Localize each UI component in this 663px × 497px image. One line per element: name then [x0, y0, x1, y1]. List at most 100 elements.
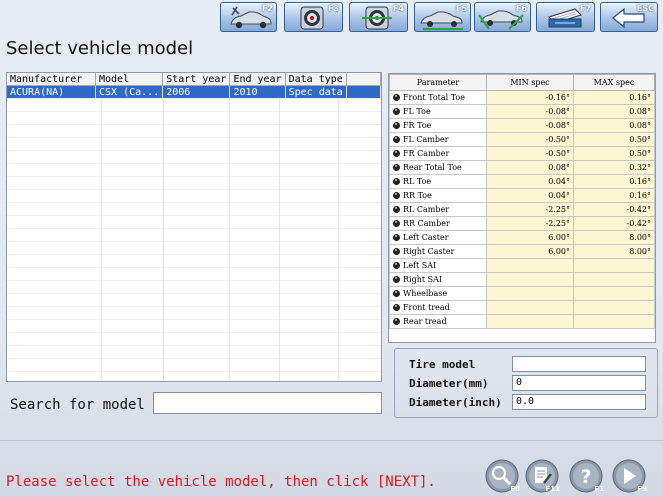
tire-model-input[interactable]	[512, 356, 646, 372]
table-row[interactable]: ACURA(NA) CSX (Ca... 2006 2010 Spec data	[7, 85, 381, 99]
bullet-icon	[393, 192, 400, 199]
edit-document-button[interactable]: F11	[524, 458, 560, 494]
spec-parameter: FL Camber	[389, 132, 487, 147]
page-title: Select vehicle model	[6, 38, 194, 59]
f9-key-label: F9	[637, 485, 647, 493]
spec-parameter-label: FL Camber	[403, 135, 449, 144]
bullet-icon	[393, 276, 400, 283]
f3-key-label: F3	[327, 4, 339, 13]
car-measure-button[interactable]: F5	[414, 2, 471, 32]
status-divider	[0, 440, 663, 441]
f11-key-label: F11	[545, 485, 560, 493]
back-button[interactable]: ESC	[600, 2, 658, 32]
spec-min	[486, 286, 574, 301]
spec-parameter-label: Right SAI	[403, 275, 443, 284]
car-alignment-button[interactable]: F6	[474, 2, 531, 32]
column-header-model[interactable]: Model	[95, 73, 164, 86]
bullet-icon	[393, 108, 400, 115]
spec-table: Parameter MIN spec MAX spec Front Total …	[388, 73, 656, 343]
spec-min	[486, 272, 574, 287]
diameter-inch-label: Diameter(inch)	[409, 396, 502, 409]
spec-max: 0.32°	[573, 160, 655, 175]
diameter-mm-label: Diameter(mm)	[409, 377, 489, 390]
diameter-mm-input[interactable]: 0	[512, 375, 646, 391]
status-message: Please select the vehicle model, then cl…	[6, 474, 436, 490]
spec-min: -0.08°	[486, 118, 574, 133]
spec-parameter: RL Toe	[389, 174, 487, 189]
tire-panel: Tire model Diameter(mm) 0 Diameter(inch)…	[394, 348, 658, 418]
bullet-icon	[393, 150, 400, 157]
f7-key-label: F7	[579, 4, 591, 13]
bullet-icon	[393, 248, 400, 255]
spec-max	[573, 314, 655, 329]
cell-blank	[346, 85, 381, 99]
spec-min: -0.16°	[486, 90, 574, 105]
target-button[interactable]: F3	[284, 2, 343, 32]
column-header-start-year[interactable]: Start year	[162, 73, 231, 86]
spec-parameter: Left SAI	[389, 258, 487, 273]
spec-parameter: FR Camber	[389, 146, 487, 161]
spec-parameter-label: Left SAI	[403, 261, 437, 270]
spec-max	[573, 286, 655, 301]
spec-max	[573, 300, 655, 315]
search-database-button[interactable]: F8	[484, 458, 520, 494]
column-header-end-year[interactable]: End year	[229, 73, 286, 86]
spec-max: -0.42°	[573, 202, 655, 217]
spec-header-parameter: Parameter	[389, 74, 487, 91]
bullet-icon	[393, 94, 400, 101]
help-button[interactable]: ? F1	[568, 458, 604, 494]
cell-manufacturer: ACURA(NA)	[7, 85, 96, 99]
spec-parameter-label: RR Camber	[403, 219, 450, 228]
spec-row: Left SAI	[389, 258, 655, 273]
spec-parameter-label: Right Caster	[403, 247, 455, 256]
spec-min: 0.04°	[486, 188, 574, 203]
spec-parameter: RR Camber	[389, 216, 487, 231]
spec-row: Right SAI	[389, 272, 655, 287]
column-header-data-type[interactable]: Data type	[285, 73, 347, 86]
vehicle-list[interactable]: Manufacturer Model Start year End year D…	[6, 72, 382, 382]
spec-max: -0.42°	[573, 216, 655, 231]
search-input[interactable]	[153, 392, 382, 414]
column-header-manufacturer[interactable]: Manufacturer	[7, 73, 96, 86]
tire-model-label: Tire model	[409, 358, 476, 371]
bullet-icon	[393, 318, 400, 325]
car-tools-button[interactable]: F2	[220, 2, 277, 32]
diameter-inch-input[interactable]: 0.0	[512, 394, 646, 410]
spec-max: 0.08°	[573, 104, 655, 119]
spec-max: 0.16°	[573, 174, 655, 189]
spec-table-header: Parameter MIN spec MAX spec	[389, 74, 655, 91]
f6-key-label: F6	[515, 4, 527, 13]
search-label: Search for model	[10, 397, 145, 413]
spec-min: 6.00°	[486, 230, 574, 245]
print-button[interactable]: F7	[536, 2, 595, 32]
next-button[interactable]: F9	[611, 458, 647, 494]
spec-parameter-label: FR Toe	[403, 121, 432, 130]
bullet-icon	[393, 290, 400, 297]
spec-row: FL Camber -0.50° 0.50°	[389, 132, 655, 147]
spec-max: 0.50°	[573, 146, 655, 161]
spec-max	[573, 258, 655, 273]
cell-end-year: 2010	[229, 85, 286, 99]
spec-parameter: FL Toe	[389, 104, 487, 119]
spec-row: RR Toe 0.04° 0.16°	[389, 188, 655, 203]
spec-parameter: Wheelbase	[389, 286, 487, 301]
spec-parameter: Rear Total Toe	[389, 160, 487, 175]
spec-min	[486, 300, 574, 315]
cell-start-year: 2006	[162, 85, 231, 99]
spec-parameter-label: Rear Total Toe	[403, 163, 462, 172]
spec-parameter: Right Caster	[389, 244, 487, 259]
spec-row: Rear Total Toe 0.08° 0.32°	[389, 160, 655, 175]
f2-key-label: F2	[261, 4, 273, 13]
cell-model: CSX (Ca...	[95, 85, 164, 99]
spec-parameter-label: RR Toe	[403, 191, 432, 200]
spec-row: RL Toe 0.04° 0.16°	[389, 174, 655, 189]
spec-parameter-label: FL Toe	[403, 107, 431, 116]
spec-min: -0.08°	[486, 104, 574, 119]
spec-parameter-label: RL Camber	[403, 205, 450, 214]
bullet-icon	[393, 262, 400, 269]
adjust-target-button[interactable]: F4	[349, 2, 408, 32]
spec-parameter: Right SAI	[389, 272, 487, 287]
f5-key-label: F5	[455, 4, 467, 13]
cell-data-type: Spec data	[285, 85, 347, 99]
spec-max: 0.16°	[573, 188, 655, 203]
